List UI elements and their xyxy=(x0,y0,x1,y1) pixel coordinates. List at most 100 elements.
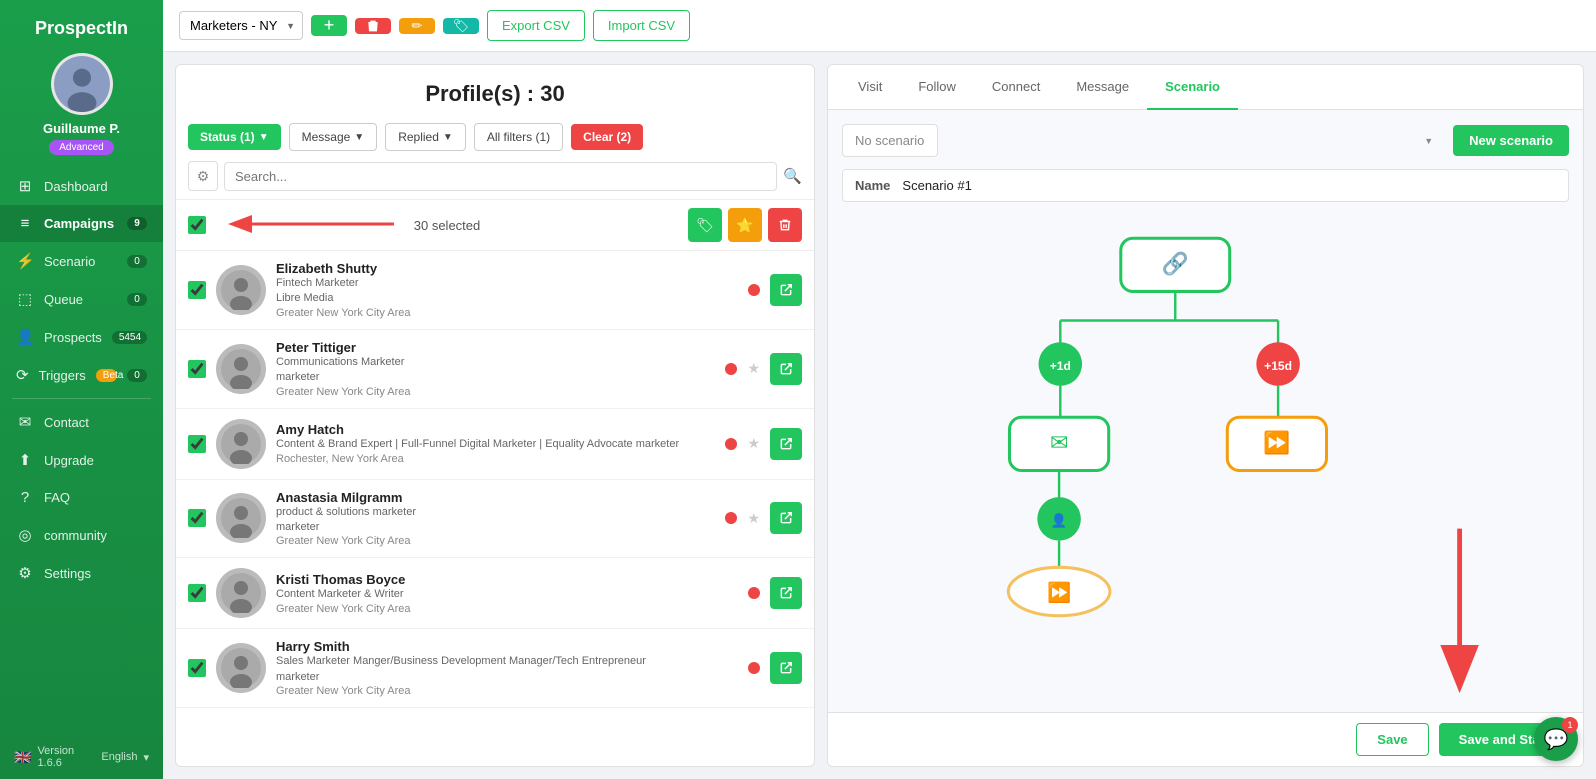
triggers-icon: ⟳ xyxy=(16,366,29,384)
star-icon: ★ xyxy=(747,510,760,527)
flag-icon: 🇬🇧 xyxy=(14,749,31,766)
tab-message[interactable]: Message xyxy=(1058,65,1147,110)
scenario-badge: 0 xyxy=(127,255,147,268)
queue-badge: 0 xyxy=(127,293,147,306)
campaign-select-wrap[interactable]: Marketers - NY xyxy=(179,11,303,40)
edit-button[interactable]: ✏ xyxy=(399,18,435,34)
language-chevron[interactable]: ▾ xyxy=(143,751,149,764)
profile-title: Content & Brand Expert | Full-Funnel Dig… xyxy=(276,437,715,452)
sidebar-item-contact[interactable]: ✉ Contact xyxy=(0,403,163,441)
avatar xyxy=(51,53,113,115)
tag-selected-button[interactable]: 🏷 xyxy=(688,208,722,242)
clear-filters-button[interactable]: Clear (2) xyxy=(571,124,643,150)
sidebar-item-label: Scenario xyxy=(44,254,95,269)
chat-badge: 1 xyxy=(1562,717,1578,733)
tab-follow[interactable]: Follow xyxy=(900,65,974,110)
profile-company: marketer xyxy=(276,520,715,535)
import-csv-button[interactable]: Import CSV xyxy=(593,10,690,41)
tag-button[interactable]: 🏷 xyxy=(443,18,479,34)
name-value: Scenario #1 xyxy=(902,178,971,193)
scenario-footer: Save Save and Start xyxy=(828,712,1583,766)
profile-panel: Profile(s) : 30 Status (1) ▼ Message ▼ R… xyxy=(175,64,815,767)
profile-name: Peter Tittiger xyxy=(276,340,715,355)
search-input[interactable] xyxy=(224,162,777,191)
profile-name: Elizabeth Shutty xyxy=(276,261,738,276)
profile-checkbox[interactable] xyxy=(188,659,206,677)
add-button[interactable]: + xyxy=(311,15,347,36)
profile-location: Greater New York City Area xyxy=(276,307,738,319)
profile-action-button[interactable] xyxy=(770,577,802,609)
scenario-select-wrap[interactable]: No scenario xyxy=(842,124,1443,157)
profile-action-button[interactable] xyxy=(770,652,802,684)
profile-action-button[interactable] xyxy=(770,353,802,385)
svg-text:✉: ✉ xyxy=(1050,430,1068,455)
main-area: Marketers - NY + ✏ 🏷 Export CSV Import C… xyxy=(163,0,1596,779)
sidebar-item-label: Triggers xyxy=(39,368,86,383)
profile-action-button[interactable] xyxy=(770,274,802,306)
campaign-select[interactable]: Marketers - NY xyxy=(179,11,303,40)
status-filter-button[interactable]: Status (1) ▼ xyxy=(188,124,281,150)
profile-checkbox[interactable] xyxy=(188,281,206,299)
profile-info: Peter Tittiger Communications Marketer m… xyxy=(276,340,715,398)
sidebar-item-scenario[interactable]: ⚡ Scenario 0 xyxy=(0,242,163,280)
svg-text:+15d: +15d xyxy=(1264,359,1292,373)
profile-action-button[interactable] xyxy=(770,502,802,534)
sidebar-item-upgrade[interactable]: ⬆ Upgrade xyxy=(0,441,163,479)
profile-company: Libre Media xyxy=(276,291,738,306)
triggers-beta-badge: Beta xyxy=(96,369,117,382)
avatar xyxy=(216,493,266,543)
tab-scenario[interactable]: Scenario xyxy=(1147,65,1238,110)
sidebar-item-triggers[interactable]: ⟳ Triggers Beta 0 xyxy=(0,356,163,394)
profile-info: Amy Hatch Content & Brand Expert | Full-… xyxy=(276,422,715,464)
star-selected-button[interactable]: ⭐ xyxy=(728,208,762,242)
search-row: ⚙ 🔍 xyxy=(176,161,814,200)
version-text: Version 1.6.6 xyxy=(37,745,95,769)
export-csv-button[interactable]: Export CSV xyxy=(487,10,585,41)
search-submit-button[interactable]: 🔍 xyxy=(783,167,802,185)
upgrade-icon: ⬆ xyxy=(16,451,34,469)
sidebar-item-faq[interactable]: ? FAQ xyxy=(0,479,163,516)
profile-checkbox[interactable] xyxy=(188,360,206,378)
new-scenario-button[interactable]: New scenario xyxy=(1453,125,1569,156)
profile-checkbox[interactable] xyxy=(188,509,206,527)
delete-button[interactable] xyxy=(355,18,391,34)
save-button[interactable]: Save xyxy=(1356,723,1428,756)
profile-title: Sales Marketer Manger/Business Developme… xyxy=(276,654,738,669)
profile-checkbox[interactable] xyxy=(188,435,206,453)
selected-actions: 🏷 ⭐ xyxy=(688,208,802,242)
profile-name: Kristi Thomas Boyce xyxy=(276,572,738,587)
sidebar-item-label: FAQ xyxy=(44,490,70,505)
tab-connect[interactable]: Connect xyxy=(974,65,1058,110)
sidebar: ProspectIn Guillaume P. Advanced ⊞ Dashb… xyxy=(0,0,163,779)
table-row: Kristi Thomas Boyce Content Marketer & W… xyxy=(176,558,814,629)
sidebar-item-settings[interactable]: ⚙ Settings xyxy=(0,554,163,592)
message-filter-chevron: ▼ xyxy=(354,132,364,143)
search-settings-button[interactable]: ⚙ xyxy=(188,161,218,191)
avatar xyxy=(216,265,266,315)
sidebar-item-community[interactable]: ◎ community xyxy=(0,516,163,554)
sidebar-item-prospects[interactable]: 👤 Prospects 5454 xyxy=(0,318,163,356)
tab-visit[interactable]: Visit xyxy=(840,65,900,110)
sidebar-item-campaigns[interactable]: ≡ Campaigns 9 xyxy=(0,205,163,242)
profile-action-button[interactable] xyxy=(770,428,802,460)
scenario-content: No scenario New scenario Name Scenario #… xyxy=(828,110,1583,712)
queue-icon: ⬚ xyxy=(16,290,34,308)
delete-selected-button[interactable] xyxy=(768,208,802,242)
language-text: English xyxy=(101,751,137,763)
user-name: Guillaume P. xyxy=(43,121,120,136)
select-all-checkbox[interactable] xyxy=(188,216,206,234)
profile-checkbox[interactable] xyxy=(188,584,206,602)
scenario-select[interactable]: No scenario xyxy=(842,124,938,157)
sidebar-item-dashboard[interactable]: ⊞ Dashboard xyxy=(0,167,163,205)
profile-location: Greater New York City Area xyxy=(276,386,715,398)
profile-location: Greater New York City Area xyxy=(276,685,738,697)
message-filter-button[interactable]: Message ▼ xyxy=(289,123,378,151)
sidebar-item-queue[interactable]: ⬚ Queue 0 xyxy=(0,280,163,318)
chat-bubble[interactable]: 💬 1 xyxy=(1534,717,1578,761)
community-icon: ◎ xyxy=(16,526,34,544)
replied-filter-button[interactable]: Replied ▼ xyxy=(385,123,466,151)
filter-row: Status (1) ▼ Message ▼ Replied ▼ All fil… xyxy=(176,123,814,161)
profile-name: Anastasia Milgramm xyxy=(276,490,715,505)
all-filters-button[interactable]: All filters (1) xyxy=(474,123,563,151)
status-indicator xyxy=(748,284,760,296)
